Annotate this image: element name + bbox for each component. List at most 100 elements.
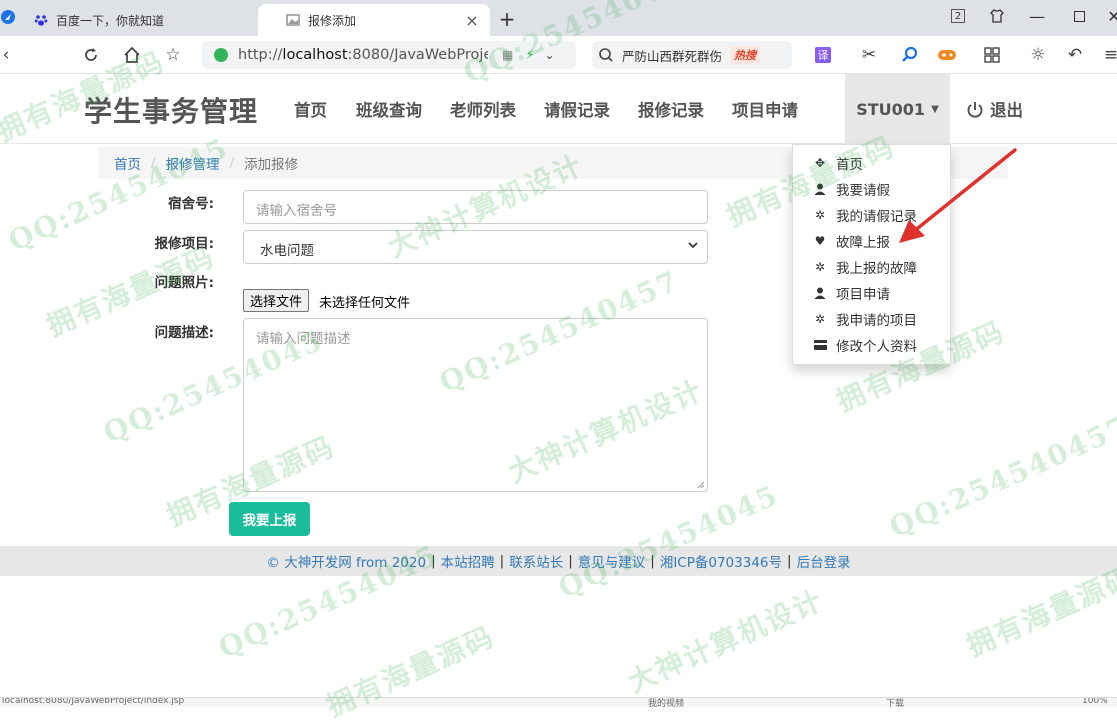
- nav-repair-records[interactable]: 报修记录: [638, 97, 704, 121]
- footer-separator: |: [787, 553, 792, 569]
- breadcrumb-home[interactable]: 首页: [114, 153, 141, 173]
- scissors-icon[interactable]: ✂: [857, 43, 881, 67]
- description-placeholder: 请输入问题描述: [256, 331, 351, 347]
- zoom-level[interactable]: 100%: [1082, 698, 1108, 706]
- nav-home[interactable]: 首页: [294, 97, 327, 121]
- cog-icon: ✲: [814, 260, 826, 274]
- magnifier-icon[interactable]: [898, 43, 922, 67]
- undo-icon[interactable]: ↶: [1063, 43, 1087, 67]
- logout-label: 退出: [990, 101, 1023, 120]
- home-icon[interactable]: [120, 43, 144, 67]
- nav-leave-records[interactable]: 请假记录: [544, 97, 610, 121]
- submit-report-button[interactable]: 我要上报: [229, 502, 310, 536]
- nav-project-apply[interactable]: 项目申请: [732, 97, 798, 121]
- menu-item-my-projects[interactable]: ✲ 我申请的项目: [793, 306, 950, 332]
- username: STU001: [856, 99, 926, 119]
- qr-code-icon[interactable]: ▦: [502, 48, 513, 62]
- user-icon: [813, 286, 827, 300]
- footer-link-contact[interactable]: 联系站长: [509, 551, 563, 571]
- cog-icon: ✲: [814, 208, 826, 222]
- menu-item-project-apply[interactable]: 项目申请: [793, 280, 950, 306]
- description-textarea[interactable]: 请输入问题描述: [243, 318, 708, 492]
- move-icon: ✥: [814, 156, 826, 170]
- repair-item-label: 报修项目:: [154, 236, 214, 252]
- footer-separator: |: [431, 553, 436, 569]
- secure-shield-icon: [214, 48, 228, 62]
- apps-grid-icon[interactable]: [980, 43, 1004, 67]
- footer-copyright[interactable]: © 大神开发网 from 2020: [266, 551, 426, 571]
- tab-repair-add[interactable]: 报修添加 ×: [258, 4, 490, 36]
- status-download[interactable]: 下载: [886, 698, 904, 707]
- user-dropdown-toggle[interactable]: STU001 ▼: [845, 74, 950, 144]
- search-hot-text: 严防山西群死群伤: [622, 48, 723, 64]
- reload-icon[interactable]: [79, 43, 103, 67]
- menu-item-my-reported-faults[interactable]: ✲ 我上报的故障: [793, 254, 950, 280]
- browser-toolbar: ‹ ☆ http://localhost:8080/JavaWebProjec …: [0, 36, 1117, 74]
- chevron-down-icon[interactable]: ⌄: [544, 48, 554, 62]
- close-window-button[interactable]: ✕: [1101, 4, 1117, 28]
- footer-link-feedback[interactable]: 意见与建议: [578, 551, 646, 571]
- footer-separator: |: [568, 553, 573, 569]
- footer-link-icp[interactable]: 湘ICP备0703346号: [660, 551, 782, 571]
- hot-search-badge: 热搜: [730, 46, 761, 64]
- logout-link[interactable]: 退出: [966, 97, 1023, 121]
- credit-card-icon: [813, 338, 827, 352]
- window-count-badge: 2: [951, 9, 965, 23]
- breadcrumb-separator: /: [229, 155, 235, 171]
- lightning-icon[interactable]: ⚡: [525, 48, 534, 63]
- menu-item-label: 修改个人资料: [836, 339, 917, 355]
- cog-icon: ✲: [814, 312, 826, 326]
- gamepad-icon[interactable]: [935, 43, 959, 67]
- browser-status-bar: localhost:8080/JavaWebProject/index.jsp …: [0, 697, 1117, 707]
- menu-item-edit-profile[interactable]: 修改个人资料: [793, 332, 950, 358]
- breadcrumb-repair-management[interactable]: 报修管理: [166, 153, 220, 173]
- menu-icon[interactable]: ≡: [1099, 43, 1117, 67]
- back-arrow-icon[interactable]: ‹: [0, 43, 18, 67]
- heart-icon: ♥: [814, 234, 826, 248]
- choose-file-button[interactable]: 选择文件: [243, 289, 310, 312]
- window-count-button[interactable]: 2: [945, 4, 971, 28]
- baidu-paw-icon: [34, 15, 48, 26]
- watermark-text: QQ:254540457: [884, 408, 1117, 545]
- description-label: 问题描述:: [154, 325, 214, 341]
- image-file-icon: [286, 14, 300, 26]
- minimize-button[interactable]: —: [1024, 4, 1050, 28]
- footer-separator: |: [499, 553, 505, 569]
- tab-title: 报修添加: [308, 13, 357, 28]
- search-icon: [599, 48, 613, 62]
- site-brand[interactable]: 学生事务管理: [84, 90, 258, 130]
- dorm-input[interactable]: 请输入宿舍号: [243, 190, 708, 224]
- file-status-text: 未选择任何文件: [319, 296, 411, 311]
- dorm-label: 宿舍号:: [168, 196, 214, 212]
- menu-item-label: 我上报的故障: [836, 261, 917, 277]
- photo-label: 问题照片:: [154, 275, 214, 291]
- menu-item-label: 故障上报: [836, 235, 890, 251]
- status-video[interactable]: 我的视频: [648, 698, 684, 707]
- nav-teacher-list[interactable]: 老师列表: [450, 97, 516, 121]
- brightness-icon[interactable]: ☼: [1026, 43, 1050, 67]
- nav-class-query[interactable]: 班级查询: [356, 97, 422, 121]
- footer-link-recruit[interactable]: 本站招聘: [441, 551, 495, 571]
- caret-down-icon: ▼: [931, 103, 939, 115]
- watermark-text: 拥有海量源码: [321, 619, 500, 724]
- tab-baidu[interactable]: 百度一下，你就知道: [8, 4, 242, 36]
- search-box[interactable]: 严防山西群死群伤 热搜: [592, 41, 792, 69]
- star-bookmark-icon[interactable]: ☆: [161, 43, 185, 67]
- user-icon: [813, 182, 827, 196]
- new-tab-button[interactable]: +: [496, 7, 518, 31]
- close-tab-icon[interactable]: ×: [464, 11, 480, 30]
- repair-item-select[interactable]: 水电问题: [243, 230, 708, 264]
- footer-link-admin-login[interactable]: 后台登录: [797, 551, 851, 571]
- shirt-skin-icon[interactable]: [984, 4, 1010, 28]
- translate-icon[interactable]: 译: [811, 43, 835, 67]
- address-bar[interactable]: http://localhost:8080/JavaWebProjec ▦ ⚡ …: [202, 41, 576, 69]
- menu-item-label: 我要请假: [836, 183, 890, 199]
- url-text: http://localhost:8080/JavaWebProjec: [238, 47, 488, 63]
- breadcrumb-current: 添加报修: [244, 157, 299, 173]
- maximize-button[interactable]: [1066, 4, 1092, 28]
- repair-item-value: 水电问题: [260, 243, 314, 259]
- watermark-text: QQ:25454045: [553, 478, 784, 605]
- browser-tab-bar: 百度一下，你就知道 报修添加 × + 2 — ✕: [0, 0, 1117, 36]
- site-footer: © 大神开发网 from 2020 | 本站招聘 | 联系站长 | 意见与建议 …: [0, 546, 1117, 576]
- resize-handle-icon[interactable]: [697, 481, 705, 489]
